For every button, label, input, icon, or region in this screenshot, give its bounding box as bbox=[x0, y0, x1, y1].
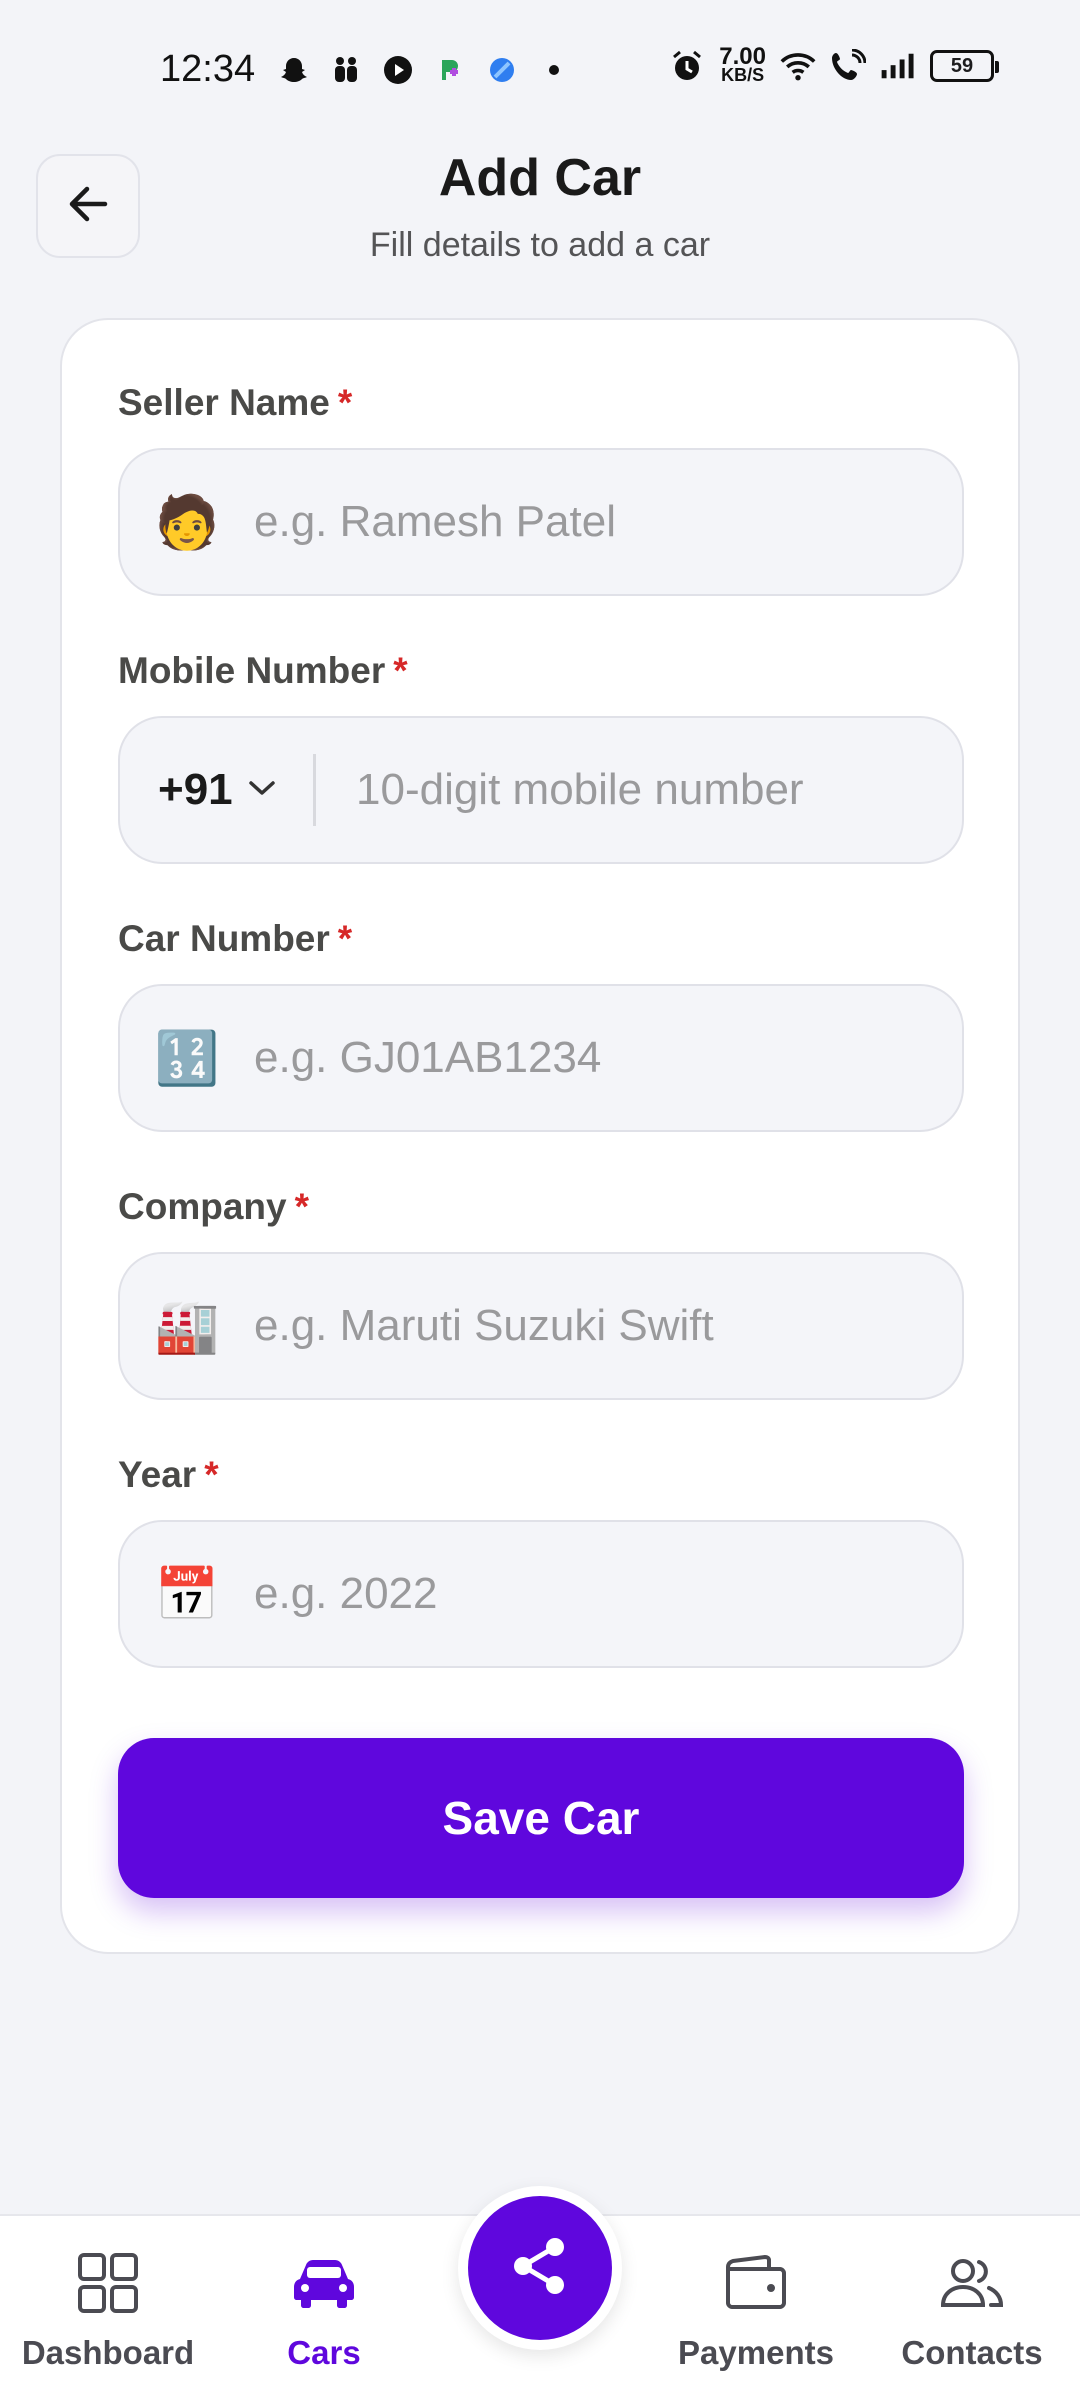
nav-item-payments[interactable]: Payments bbox=[648, 2246, 864, 2372]
family-icon bbox=[328, 52, 364, 88]
snapchat-icon bbox=[276, 52, 312, 88]
seller-name-label-text: Seller Name bbox=[118, 382, 330, 423]
seller-name-input[interactable]: 🧑 e.g. Ramesh Patel bbox=[118, 448, 964, 596]
share-icon bbox=[509, 2235, 571, 2302]
person-icon: 🧑 bbox=[154, 492, 220, 553]
car-number-placeholder: e.g. GJ01AB1234 bbox=[254, 1033, 602, 1082]
car-number-label: Car Number * bbox=[118, 918, 352, 960]
wallet-icon bbox=[648, 2246, 864, 2320]
contacts-icon bbox=[864, 2246, 1080, 2320]
company-placeholder: e.g. Maruti Suzuki Swift bbox=[254, 1301, 714, 1350]
grid-icon bbox=[0, 2246, 216, 2320]
play-icon bbox=[380, 52, 416, 88]
required-mark: * bbox=[393, 650, 408, 691]
net-speed: 7.00 KB/S bbox=[719, 43, 766, 85]
company-label-text: Company bbox=[118, 1186, 287, 1227]
mobile-number-input[interactable]: 10-digit mobile number bbox=[356, 765, 804, 815]
battery-icon: 59 bbox=[930, 50, 999, 82]
app-icon bbox=[432, 52, 468, 88]
nav-label-contacts: Contacts bbox=[901, 2334, 1043, 2371]
wifi-call-icon bbox=[830, 48, 866, 84]
nav-item-contacts[interactable]: Contacts bbox=[864, 2246, 1080, 2372]
add-car-form: Seller Name * 🧑 e.g. Ramesh Patel Mobile … bbox=[60, 318, 1020, 1954]
company-label: Company * bbox=[118, 1186, 309, 1228]
car-number-label-text: Car Number bbox=[118, 918, 330, 959]
factory-icon: 🏭 bbox=[154, 1296, 220, 1357]
year-placeholder: e.g. 2022 bbox=[254, 1569, 438, 1618]
year-label-text: Year bbox=[118, 1454, 197, 1495]
mobile-number-label: Mobile Number * bbox=[118, 650, 408, 692]
seller-name-placeholder: e.g. Ramesh Patel bbox=[254, 497, 616, 546]
nav-label-dashboard: Dashboard bbox=[21, 2334, 195, 2371]
status-time: 12:34 bbox=[160, 48, 256, 90]
calendar-icon: 📅 bbox=[154, 1564, 220, 1625]
share-fab-button[interactable] bbox=[458, 2186, 622, 2350]
required-mark: * bbox=[337, 918, 353, 959]
year-label: Year * bbox=[118, 1454, 219, 1496]
required-mark: * bbox=[337, 382, 353, 423]
status-system-icons: 7.00 KB/S 59 bbox=[669, 43, 999, 85]
browser-icon bbox=[484, 52, 520, 88]
car-icon bbox=[216, 2246, 432, 2320]
page-title: Add Car bbox=[438, 149, 642, 207]
company-input[interactable]: 🏭 e.g. Maruti Suzuki Swift bbox=[118, 1252, 964, 1400]
save-car-label: Save Car bbox=[442, 1792, 640, 1844]
save-car-button[interactable]: Save Car bbox=[118, 1738, 964, 1898]
alarm-icon bbox=[669, 48, 705, 84]
nav-label-payments: Payments bbox=[678, 2334, 834, 2371]
mobile-number-label-text: Mobile Number bbox=[118, 650, 386, 691]
net-speed-value: 7.00 bbox=[719, 43, 766, 70]
chevron-down-icon bbox=[247, 778, 277, 803]
year-input[interactable]: 📅 e.g. 2022 bbox=[118, 1520, 964, 1668]
page-subtitle: Fill details to add a car bbox=[369, 226, 711, 264]
wifi-icon bbox=[780, 48, 816, 84]
nav-item-dashboard[interactable]: Dashboard bbox=[0, 2246, 216, 2372]
status-notification-icons bbox=[276, 52, 572, 88]
status-bar: 12:34 7.00 KB/S 59 bbox=[0, 0, 1080, 140]
net-speed-unit: KB/S bbox=[721, 65, 765, 85]
nav-label-cars: Cars bbox=[287, 2334, 361, 2371]
nav-item-cars[interactable]: Cars bbox=[216, 2246, 432, 2372]
country-code-value: +91 bbox=[158, 765, 233, 814]
seller-name-label: Seller Name * bbox=[118, 382, 352, 424]
car-number-input[interactable]: 🔢 e.g. GJ01AB1234 bbox=[118, 984, 964, 1132]
required-mark: * bbox=[204, 1454, 219, 1495]
numbers-icon: 🔢 bbox=[154, 1028, 220, 1089]
required-mark: * bbox=[294, 1186, 309, 1227]
signal-icon bbox=[880, 48, 916, 84]
share-fab-inner bbox=[468, 2196, 612, 2340]
dot-icon bbox=[536, 52, 572, 88]
country-code-select[interactable]: +91 bbox=[120, 754, 316, 826]
mobile-number-field: +91 10-digit mobile number bbox=[118, 716, 964, 864]
